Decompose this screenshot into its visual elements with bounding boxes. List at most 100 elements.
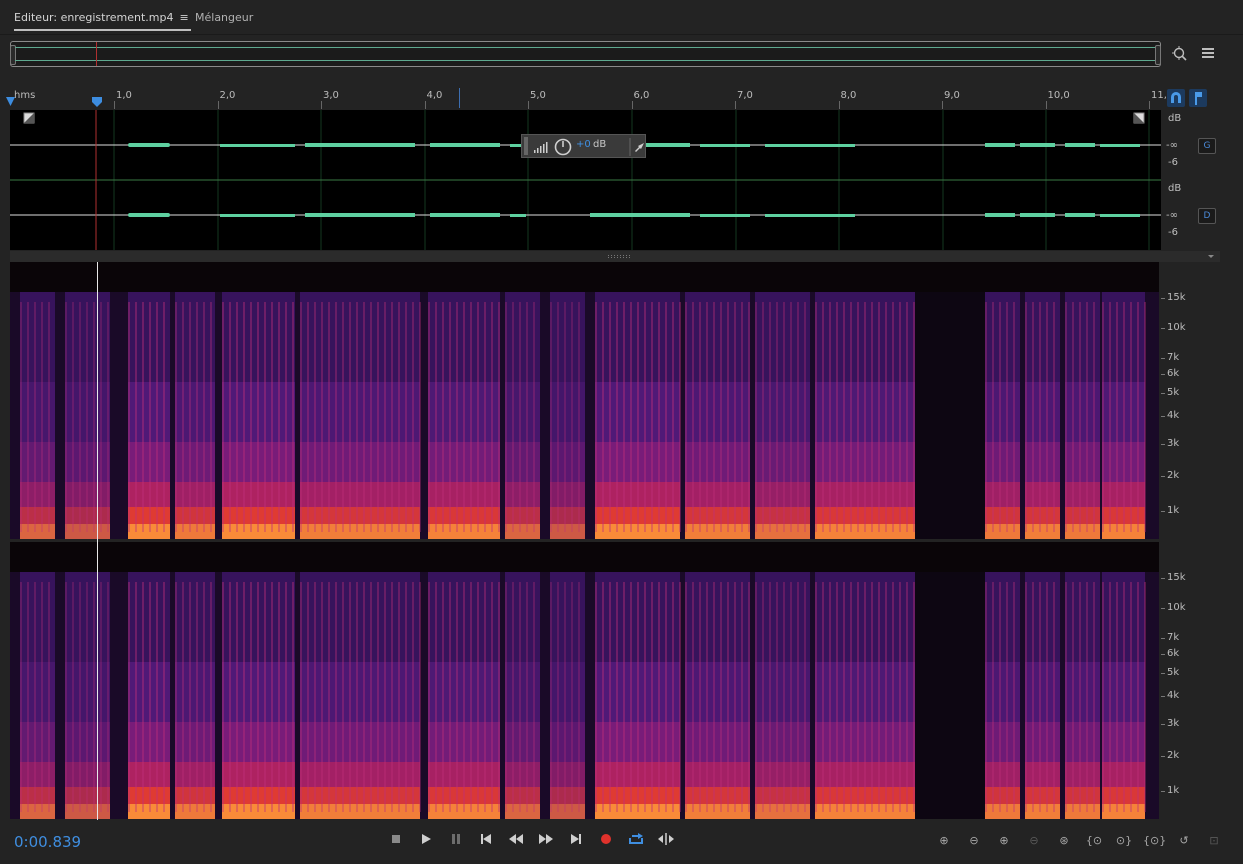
- ruler-tick-line: [1045, 101, 1047, 109]
- spectrogram-left: [10, 262, 1159, 539]
- ruler-marker: [459, 88, 460, 108]
- frequency-tick: [1161, 578, 1165, 579]
- ruler-tick-label: 7,0: [737, 90, 753, 101]
- waveform-grid: [10, 110, 1161, 250]
- overview-playhead: [96, 42, 97, 66]
- tab-editor-label: Editeur: enregistrement.mp4: [14, 11, 174, 24]
- frequency-label: 7k: [1167, 352, 1180, 363]
- view-divider[interactable]: [10, 251, 1220, 262]
- frequency-tick: [1161, 696, 1165, 697]
- panel-tabbar: Editeur: enregistrement.mp4 ≡ Mélangeur: [0, 0, 1243, 35]
- frequency-tick: [1161, 673, 1165, 674]
- zoom-selected-track-icon[interactable]: ⊡: [1203, 832, 1225, 850]
- frequency-tick: [1161, 444, 1165, 445]
- overview-navigator[interactable]: [10, 41, 1161, 67]
- amplitude-scale: dB -∞ -6 dB -∞ -6 G D: [1161, 110, 1216, 250]
- frequency-tick: [1161, 791, 1165, 792]
- current-time-display[interactable]: 0:00.839: [14, 833, 81, 851]
- hud-gain-unit: dB: [593, 139, 607, 150]
- frequency-scale-right: 15k 10k 7k 6k 5k 4k 3k 2k 1k: [1161, 542, 1221, 819]
- frequency-tick: [1161, 298, 1165, 299]
- hud-gain-value[interactable]: +0: [576, 139, 591, 150]
- overview-left-handle[interactable]: [10, 45, 16, 65]
- time-ruler[interactable]: hms 1,0 2,0 3,0 4,0 5,0 6,0 7,0 8,0 9,0 10,0 11,0: [6, 86, 1173, 109]
- zoom-to-in-point-icon[interactable]: {⊙: [1083, 832, 1105, 850]
- frequency-tick: [1161, 608, 1165, 609]
- ruler-tick-line: [424, 101, 426, 109]
- spectrogram-right: [10, 542, 1159, 819]
- spectral-display-left[interactable]: [10, 262, 1159, 539]
- loop-playback-icon[interactable]: [626, 832, 646, 850]
- frequency-label: 3k: [1167, 718, 1180, 729]
- playhead-handle-icon[interactable]: [92, 97, 102, 107]
- fast-forward-icon[interactable]: [536, 832, 556, 850]
- db-neg-inf-top: -∞: [1166, 140, 1178, 151]
- frequency-tick: [1161, 393, 1165, 394]
- ruler-tick-line: [528, 101, 529, 109]
- frequency-tick: [1161, 374, 1165, 375]
- ruler-tick-line: [942, 101, 943, 109]
- frequency-label: 5k: [1167, 387, 1180, 398]
- frequency-tick: [1161, 416, 1165, 417]
- frequency-label: 4k: [1167, 410, 1180, 421]
- frequency-label: 15k: [1167, 292, 1186, 303]
- marker-flag-icon[interactable]: [1189, 89, 1207, 107]
- ruler-tick-line: [838, 101, 840, 109]
- tab-mixer[interactable]: Mélangeur: [195, 9, 253, 29]
- rewind-icon[interactable]: [506, 832, 526, 850]
- play-icon[interactable]: [416, 832, 436, 850]
- frequency-scale-left: 15k 10k 7k 6k 5k 4k 3k 2k 1k: [1161, 262, 1221, 539]
- zoom-in-amplitude-icon[interactable]: ⊕: [933, 832, 955, 850]
- ruler-tick-label: 4,0: [426, 90, 443, 101]
- ruler-tick-label: 6,0: [633, 90, 650, 101]
- spectral-display-right[interactable]: [10, 542, 1159, 819]
- overview-right-handle[interactable]: [1155, 45, 1161, 65]
- stop-icon[interactable]: [386, 832, 406, 850]
- snap-magnet-icon[interactable]: [1167, 89, 1185, 107]
- skip-to-start-icon[interactable]: [476, 832, 496, 850]
- ruler-tick-line: [321, 101, 322, 109]
- zoom-out-time-icon[interactable]: ⊖: [1023, 832, 1045, 850]
- ruler-tick-line: [735, 101, 736, 109]
- frequency-label: 6k: [1167, 368, 1180, 379]
- frequency-label: 1k: [1167, 785, 1180, 796]
- db-minus6-bottom: -6: [1168, 227, 1178, 238]
- channel-left-button[interactable]: G: [1198, 138, 1216, 154]
- frequency-tick: [1161, 638, 1165, 639]
- zoom-selection-icon[interactable]: {⊙}: [1143, 832, 1166, 850]
- ruler-tick-label: 9,0: [944, 90, 960, 101]
- frequency-tick: [1161, 358, 1165, 359]
- zoom-in-time-icon[interactable]: ⊕: [993, 832, 1015, 850]
- frequency-label: 6k: [1167, 648, 1180, 659]
- skip-selection-icon[interactable]: [656, 832, 676, 850]
- ruler-unit: hms: [14, 90, 36, 101]
- record-icon[interactable]: [596, 832, 616, 850]
- transport-bar: 0:00.839 ⊕ ⊖ ⊕ ⊖ ⊛ {⊙ ⊙} {⊙} ↺ ⊡: [0, 822, 1243, 864]
- zoom-out-full-icon[interactable]: ⊛: [1053, 832, 1075, 850]
- gain-hud[interactable]: +0 dB: [521, 134, 646, 158]
- zoom-out-amplitude-icon[interactable]: ⊖: [963, 832, 985, 850]
- frequency-tick: [1161, 724, 1165, 725]
- skip-to-end-icon[interactable]: [566, 832, 586, 850]
- frequency-label: 15k: [1167, 572, 1186, 583]
- start-marker-icon[interactable]: [6, 97, 15, 106]
- waveform-display[interactable]: [10, 110, 1161, 250]
- frequency-label: 2k: [1167, 470, 1180, 481]
- frequency-tick: [1161, 654, 1165, 655]
- frequency-label: 7k: [1167, 632, 1180, 643]
- pause-icon[interactable]: [446, 832, 466, 850]
- channel-right-button[interactable]: D: [1198, 208, 1216, 224]
- frequency-label: 10k: [1167, 602, 1186, 613]
- frequency-tick: [1161, 476, 1165, 477]
- frequency-label: 10k: [1167, 322, 1186, 333]
- tab-editor[interactable]: Editeur: enregistrement.mp4 ≡: [14, 9, 191, 31]
- db-unit-bottom: dB: [1168, 183, 1182, 194]
- panel-menu-icon[interactable]: ≡: [179, 11, 188, 24]
- frequency-label: 2k: [1167, 750, 1180, 761]
- zoom-reset-icon[interactable]: ↺: [1173, 832, 1195, 850]
- ruler-tick-label: 5,0: [530, 90, 546, 101]
- zoom-to-out-point-icon[interactable]: ⊙}: [1113, 832, 1135, 850]
- zoom-amplitude-icon[interactable]: [1171, 45, 1189, 63]
- frequency-tick: [1161, 511, 1165, 512]
- list-menu-icon[interactable]: [1199, 45, 1217, 63]
